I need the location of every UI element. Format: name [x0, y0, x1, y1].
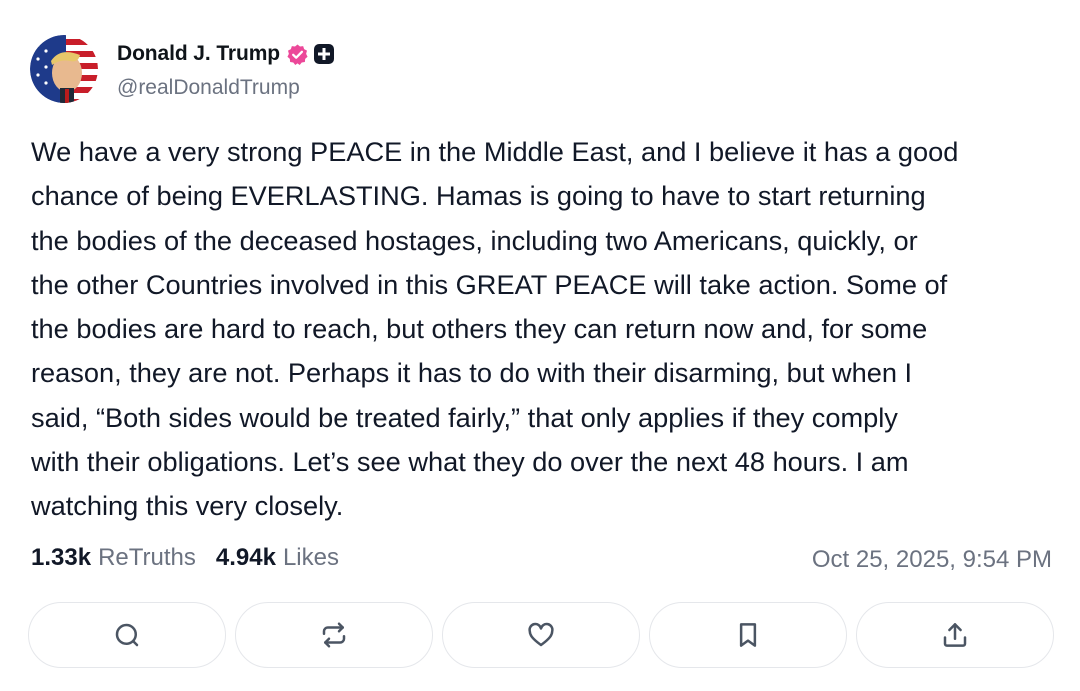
reply-button[interactable] — [28, 602, 226, 668]
post-stats: 1.33k ReTruths 4.94k Likes — [31, 544, 339, 572]
action-bar — [28, 602, 1054, 670]
retruths-count[interactable]: 1.33k — [31, 544, 91, 572]
reply-icon — [112, 620, 142, 650]
plus-badge-icon — [313, 43, 335, 65]
share-icon — [940, 620, 970, 650]
bookmark-icon — [733, 620, 763, 650]
post-timestamp: Oct 25, 2025, 9:54 PM — [811, 546, 1052, 573]
like-button[interactable] — [442, 602, 640, 668]
share-button[interactable] — [856, 602, 1054, 668]
likes-label[interactable]: Likes — [283, 544, 339, 572]
retruth-icon — [319, 620, 349, 650]
author-name-row: Donald J. Trump — [117, 40, 335, 68]
post-card: Donald J. Trump @realDonaldTrump We have… — [0, 0, 1080, 691]
avatar[interactable] — [30, 35, 98, 103]
retruths-label[interactable]: ReTruths — [98, 544, 196, 572]
post-text: We have a very strong PEACE in the Middl… — [31, 136, 959, 522]
retruth-button[interactable] — [235, 602, 433, 668]
bookmark-button[interactable] — [649, 602, 847, 668]
author-handle[interactable]: @realDonaldTrump — [117, 76, 300, 100]
like-icon — [526, 620, 556, 650]
verified-badge-icon — [286, 43, 309, 66]
likes-count[interactable]: 4.94k — [216, 544, 276, 572]
display-name[interactable]: Donald J. Trump — [117, 42, 280, 66]
